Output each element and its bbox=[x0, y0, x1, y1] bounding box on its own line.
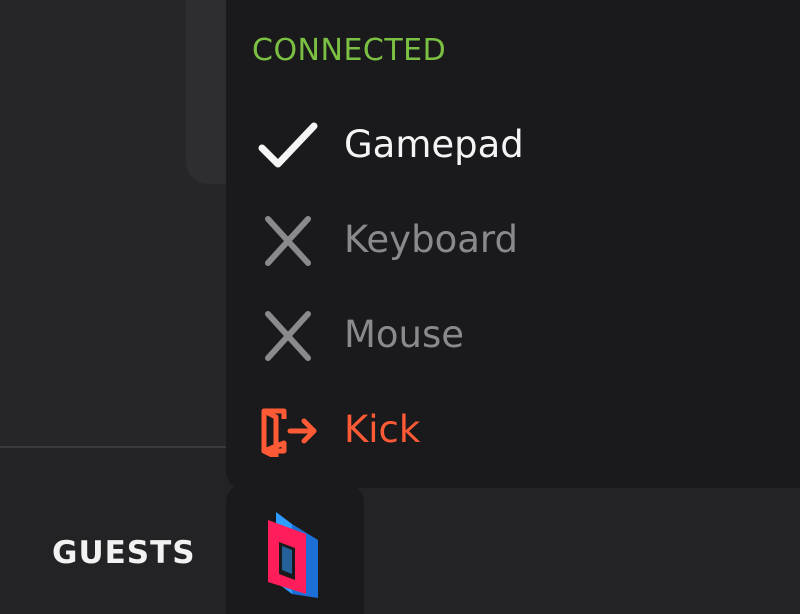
menu-item-mouse[interactable]: Mouse bbox=[252, 300, 752, 370]
x-icon bbox=[265, 216, 311, 266]
menu-item-keyboard-label: Keyboard bbox=[344, 218, 518, 261]
menu-item-kick-label: Kick bbox=[344, 408, 421, 451]
menu-item-gamepad-label: Gamepad bbox=[344, 123, 524, 166]
menu-item-kick[interactable]: Kick bbox=[252, 395, 752, 465]
connected-section-title: CONNECTED bbox=[252, 33, 447, 68]
guests-label: GUESTS bbox=[52, 535, 196, 571]
guest-avatar-logo-icon[interactable] bbox=[262, 510, 330, 600]
kick-exit-icon bbox=[261, 408, 317, 457]
x-icon bbox=[265, 311, 311, 361]
menu-item-keyboard[interactable]: Keyboard bbox=[252, 205, 752, 275]
menu-item-mouse-label: Mouse bbox=[344, 313, 465, 356]
menu-item-gamepad[interactable]: Gamepad bbox=[252, 110, 752, 180]
check-icon bbox=[258, 122, 318, 168]
